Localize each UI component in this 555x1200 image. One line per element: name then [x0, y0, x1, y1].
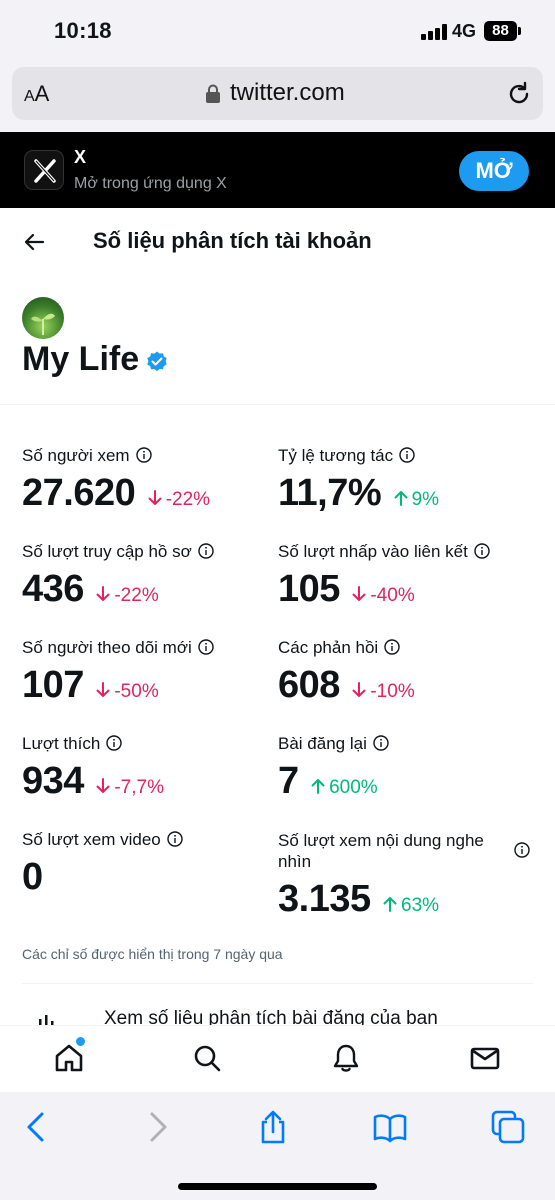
- back-icon[interactable]: [20, 1110, 54, 1144]
- metric-value: 3.135: [278, 878, 371, 920]
- info-icon[interactable]: [106, 735, 122, 751]
- arrow-down-icon: [148, 490, 162, 505]
- search-icon[interactable]: [191, 1042, 223, 1074]
- lock-icon: [206, 84, 220, 103]
- address-bar[interactable]: AA twitter.com: [12, 67, 543, 120]
- text-size-button[interactable]: AA: [24, 81, 49, 107]
- bookmarks-icon[interactable]: [373, 1110, 407, 1144]
- metric-change: 63%: [383, 895, 439, 916]
- metric-change: -22%: [148, 489, 210, 510]
- divider: [22, 983, 533, 984]
- arrow-down-icon: [352, 682, 366, 697]
- info-icon[interactable]: [373, 735, 389, 751]
- metric-new-followers: Số người theo dõi mới 107 -50%: [22, 638, 214, 707]
- metric-label: Số lượt xem nội dung nghe nhìn: [278, 831, 484, 871]
- home-icon[interactable]: [53, 1042, 85, 1074]
- back-arrow-icon[interactable]: [22, 230, 46, 254]
- reload-icon[interactable]: [505, 80, 533, 108]
- open-app-button[interactable]: MỞ: [459, 151, 529, 191]
- metric-change: 600%: [311, 777, 378, 798]
- metric-profile-visits: Số lượt truy cập hồ sơ 436 -22%: [22, 542, 214, 611]
- metric-value: 0: [22, 856, 43, 898]
- info-icon[interactable]: [167, 831, 183, 847]
- metric-change: -10%: [352, 681, 415, 702]
- analytics-icon: [39, 1015, 54, 1025]
- metric-change: -22%: [96, 585, 159, 606]
- info-icon[interactable]: [399, 447, 415, 463]
- app-name: X: [74, 147, 87, 167]
- bottom-nav: [0, 1025, 555, 1092]
- metric-value: 7: [278, 760, 299, 802]
- cellular-signal-icon: [421, 24, 447, 40]
- status-bar: 10:18 4G 88: [0, 0, 555, 62]
- metric-value: 934: [22, 760, 84, 802]
- metric-label: Số lượt truy cập hồ sơ: [22, 542, 192, 561]
- post-analytics-link[interactable]: Xem số liệu phân tích bài đăng của bạn: [104, 1008, 438, 1025]
- metric-label: Số lượt xem video: [22, 830, 161, 849]
- info-icon[interactable]: [474, 543, 490, 559]
- arrow-down-icon: [96, 778, 110, 793]
- arrow-down-icon: [96, 682, 110, 697]
- info-icon[interactable]: [198, 543, 214, 559]
- url-text[interactable]: twitter.com: [230, 79, 345, 107]
- info-icon[interactable]: [384, 639, 400, 655]
- metric-change: -40%: [352, 585, 415, 606]
- metric-replies: Các phản hồi 608 -10%: [278, 638, 415, 707]
- network-type: 4G: [452, 21, 477, 41]
- metric-change: -50%: [96, 681, 159, 702]
- metric-reposts: Bài đăng lại 7 600%: [278, 734, 389, 803]
- metric-likes: Lượt thích 934 -7,7%: [22, 734, 164, 803]
- metric-label: Lượt thích: [22, 734, 101, 753]
- metric-change: -7,7%: [96, 777, 164, 798]
- metric-value: 11,7%: [278, 472, 382, 514]
- app-subtitle: Mở trong ứng dụng X: [74, 175, 227, 192]
- info-icon[interactable]: [135, 447, 152, 463]
- metric-link-clicks: Số lượt nhấp vào liên kết 105 -40%: [278, 542, 490, 611]
- verified-badge-icon: [147, 351, 167, 372]
- battery-tip: [518, 27, 521, 35]
- metric-label: Các phản hồi: [278, 638, 379, 657]
- metric-change: 9%: [394, 489, 439, 510]
- arrow-up-icon: [394, 491, 408, 506]
- avatar[interactable]: [22, 297, 64, 339]
- profile-name: My Life: [22, 340, 140, 378]
- arrow-down-icon: [96, 586, 110, 601]
- metric-label: Bài đăng lại: [278, 734, 367, 753]
- open-in-app-banner: X Mở trong ứng dụng X MỞ: [0, 132, 555, 208]
- metric-viewers: Số người xem 27.620 -22%: [22, 446, 210, 515]
- notification-dot: [76, 1037, 85, 1046]
- battery-icon: 88: [484, 21, 517, 41]
- page-title: Số liệu phân tích tài khoản: [93, 228, 372, 253]
- metric-media-views: Số lượt xem nội dung nghe nhìn 3.135 63%: [278, 830, 530, 921]
- messages-icon[interactable]: [469, 1042, 501, 1074]
- notifications-icon[interactable]: [330, 1042, 362, 1074]
- info-icon[interactable]: [514, 842, 530, 858]
- metric-label: Số người theo dõi mới: [22, 638, 192, 657]
- share-icon[interactable]: [256, 1110, 290, 1144]
- metric-label: Tỷ lệ tương tác: [278, 446, 394, 465]
- metric-value: 105: [278, 568, 340, 610]
- status-time: 10:18: [54, 18, 112, 43]
- metric-video-views: Số lượt xem video 0: [22, 830, 183, 899]
- metrics-footnote: Các chỉ số được hiển thị trong 7 ngày qu…: [22, 946, 283, 962]
- x-logo-icon: [24, 150, 64, 190]
- metric-engagement-rate: Tỷ lệ tương tác 11,7% 9%: [278, 446, 439, 515]
- page-header: Số liệu phân tích tài khoản: [0, 208, 555, 276]
- divider: [0, 404, 555, 405]
- home-indicator: [178, 1183, 377, 1190]
- metric-value: 27.620: [22, 472, 136, 514]
- info-icon[interactable]: [198, 639, 214, 655]
- arrow-down-icon: [352, 586, 366, 601]
- arrow-up-icon: [383, 897, 397, 912]
- metric-value: 107: [22, 664, 84, 706]
- tabs-icon[interactable]: [491, 1110, 525, 1144]
- metric-value: 608: [278, 664, 340, 706]
- metric-label: Số lượt nhấp vào liên kết: [278, 542, 468, 561]
- browser-address-area: AA twitter.com: [0, 62, 555, 132]
- forward-icon[interactable]: [140, 1110, 174, 1144]
- metric-value: 436: [22, 568, 84, 610]
- metric-label: Số người xem: [22, 446, 130, 465]
- arrow-up-icon: [311, 779, 325, 794]
